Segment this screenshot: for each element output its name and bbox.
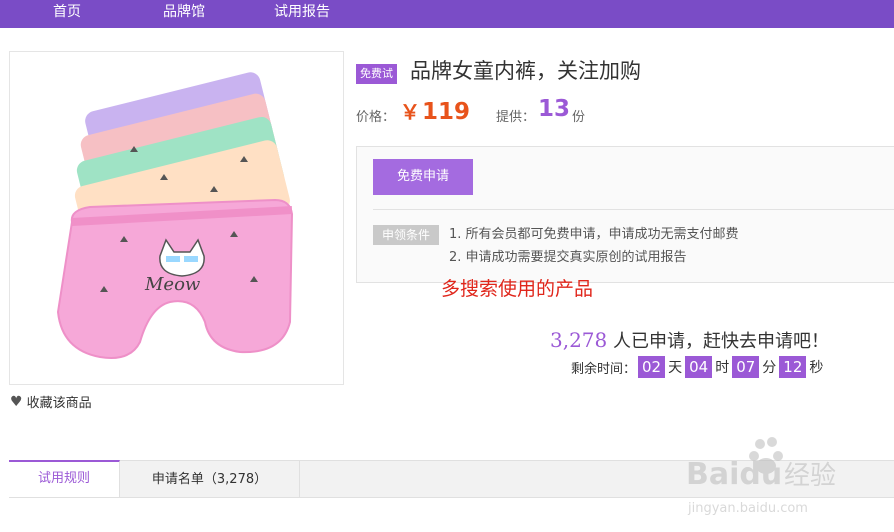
countdown-hours: 04 xyxy=(685,356,713,378)
countdown-days-unit: 天 xyxy=(668,360,683,376)
countdown-seconds-unit: 秒 xyxy=(809,360,824,376)
favorite-button[interactable]: ♥ 收藏该商品 xyxy=(10,392,92,412)
countdown-minutes: 07 xyxy=(732,356,760,378)
applied-count-line: 3,278 人已申请，赶快去申请吧！ xyxy=(550,326,829,356)
baidu-jingyan-watermark: Baidu 经验 jingyan.baidu.com xyxy=(672,436,892,528)
image-meow-text: Meow xyxy=(144,274,201,295)
applied-suffix: 人已申请，赶快去申请吧！ xyxy=(607,331,829,352)
free-apply-button[interactable]: 免费申请 xyxy=(373,159,473,195)
favorite-label: 收藏该商品 xyxy=(26,396,92,411)
free-trial-badge: 免费试 xyxy=(356,64,397,84)
watermark-brand: Baidu xyxy=(686,457,782,492)
supply-unit: 份 xyxy=(572,110,586,125)
product-image: Meow xyxy=(9,51,344,385)
apply-box: 免费申请 申领条件 1. 所有会员都可免费申请，申请成功无需支付邮费 2. 申请… xyxy=(356,146,894,283)
top-nav: 首页 品牌馆 试用报告 xyxy=(0,0,894,28)
countdown-minutes-unit: 分 xyxy=(762,360,777,376)
product-title: 品牌女童内裤，关注加购 xyxy=(410,59,641,83)
conditions-label: 申领条件 xyxy=(373,225,439,245)
supply-label: 提供： xyxy=(496,110,536,125)
watermark-brand-cn: 经验 xyxy=(784,461,836,491)
countdown-seconds: 12 xyxy=(779,356,807,378)
nav-brand-hall[interactable]: 品牌馆 xyxy=(163,2,205,22)
heart-icon: ♥ xyxy=(10,393,23,410)
tab-applicant-list[interactable]: 申请名单（3,278） xyxy=(120,461,300,498)
nav-home[interactable]: 首页 xyxy=(53,2,81,22)
condition-item-1: 1. 所有会员都可免费申请，申请成功无需支付邮费 xyxy=(449,227,739,242)
countdown: 剩余时间： 02 天 04 时 07 分 12 秒 xyxy=(571,356,824,378)
tab-trial-rules[interactable]: 试用规则 xyxy=(9,460,120,497)
supply-count: 13 xyxy=(538,96,571,122)
price-value: ￥119 xyxy=(400,99,471,125)
countdown-label: 剩余时间： xyxy=(571,361,637,377)
annotation-note: 多搜索使用的产品 xyxy=(441,278,594,300)
condition-item-2: 2. 申请成功需要提交真实原创的试用报告 xyxy=(449,250,687,265)
applied-count: 3,278 xyxy=(550,328,608,352)
nav-trial-reports[interactable]: 试用报告 xyxy=(274,2,330,22)
countdown-days: 02 xyxy=(638,356,666,378)
countdown-hours-unit: 时 xyxy=(715,360,730,376)
divider xyxy=(373,209,894,210)
watermark-url: jingyan.baidu.com xyxy=(687,501,808,516)
price-label: 价格： xyxy=(356,110,396,125)
